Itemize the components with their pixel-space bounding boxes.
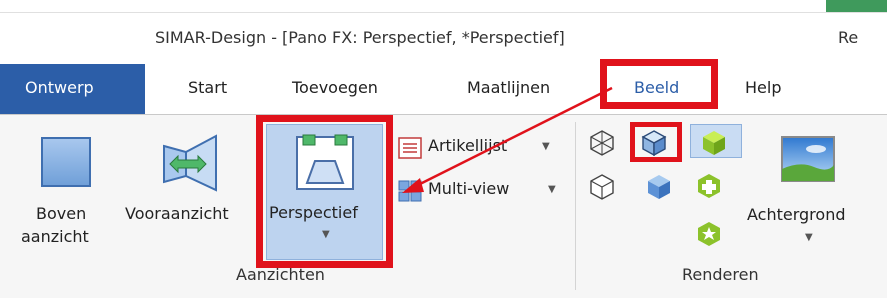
multiview-dropdown-icon[interactable]: ▼ — [548, 184, 556, 195]
boven-label-2: aanzicht — [21, 227, 89, 246]
achtergrond-dropdown-icon[interactable]: ▼ — [805, 232, 813, 243]
tab-ontwerp-label: Ontwerp — [25, 78, 94, 97]
group-aanzichten-label: Aanzichten — [236, 265, 325, 284]
tab-ontwerp[interactable]: Ontwerp — [0, 64, 145, 114]
tab-maatlijnen[interactable]: Maatlijnen — [467, 78, 550, 97]
green-plus-button[interactable] — [695, 172, 725, 202]
outline-cube-button[interactable] — [588, 172, 618, 202]
perspectief-highlight-box — [256, 115, 393, 268]
achtergrond-button[interactable]: Achtergrond ▼ — [742, 130, 882, 260]
artikellijst-icon — [398, 137, 422, 159]
shaded-cube-highlight-box — [630, 122, 682, 162]
boven-aanzicht-button[interactable]: Boven aanzicht — [21, 130, 112, 260]
wireframe-cube-icon — [590, 130, 614, 156]
boven-label-1: Boven — [36, 204, 87, 223]
tab-start[interactable]: Start — [188, 78, 227, 97]
green-star-button[interactable] — [695, 220, 725, 250]
blue-cube-icon — [648, 175, 670, 199]
beeld-highlight-box — [600, 59, 718, 109]
blue-cube-button[interactable] — [645, 172, 675, 202]
context-tab-accent — [826, 0, 887, 12]
ribbon-tabs: Ontwerp Start Toevoegen Maatlijnen Beeld… — [0, 64, 887, 115]
green-star-icon — [698, 222, 720, 246]
landscape-icon — [781, 136, 835, 182]
solid-green-cube-button[interactable] — [700, 128, 730, 158]
tab-toevoegen[interactable]: Toevoegen — [292, 78, 378, 97]
artikellijst-label: Artikellijst — [428, 136, 508, 155]
multiview-label: Multi-view — [428, 179, 510, 198]
multiview-button[interactable]: Multi-view ▼ — [398, 178, 568, 204]
achtergrond-label: Achtergrond — [747, 205, 846, 224]
vooraanzicht-icon — [163, 134, 217, 192]
green-plus-icon — [698, 174, 720, 198]
multiview-icon — [398, 180, 422, 202]
solid-green-cube-icon — [703, 131, 725, 155]
group-separator — [575, 122, 576, 290]
vooraanzicht-button[interactable]: Vooraanzicht — [125, 130, 253, 260]
group-renderen-label: Renderen — [682, 265, 759, 284]
artikellijst-button[interactable]: Artikellijst ▼ — [398, 135, 568, 161]
wireframe-cube-button[interactable] — [588, 128, 618, 158]
artikellijst-dropdown-icon[interactable]: ▼ — [542, 141, 550, 152]
outline-cube-icon — [590, 174, 614, 200]
vooraanzicht-label: Vooraanzicht — [125, 204, 229, 223]
title-bar: SIMAR-Design - [Pano FX: Perspectief, *P… — [0, 0, 887, 62]
context-tab-label[interactable]: Re — [838, 28, 858, 47]
tab-help[interactable]: Help — [745, 78, 781, 97]
boven-icon — [41, 137, 91, 187]
window-title: SIMAR-Design - [Pano FX: Perspectief, *P… — [155, 28, 565, 47]
